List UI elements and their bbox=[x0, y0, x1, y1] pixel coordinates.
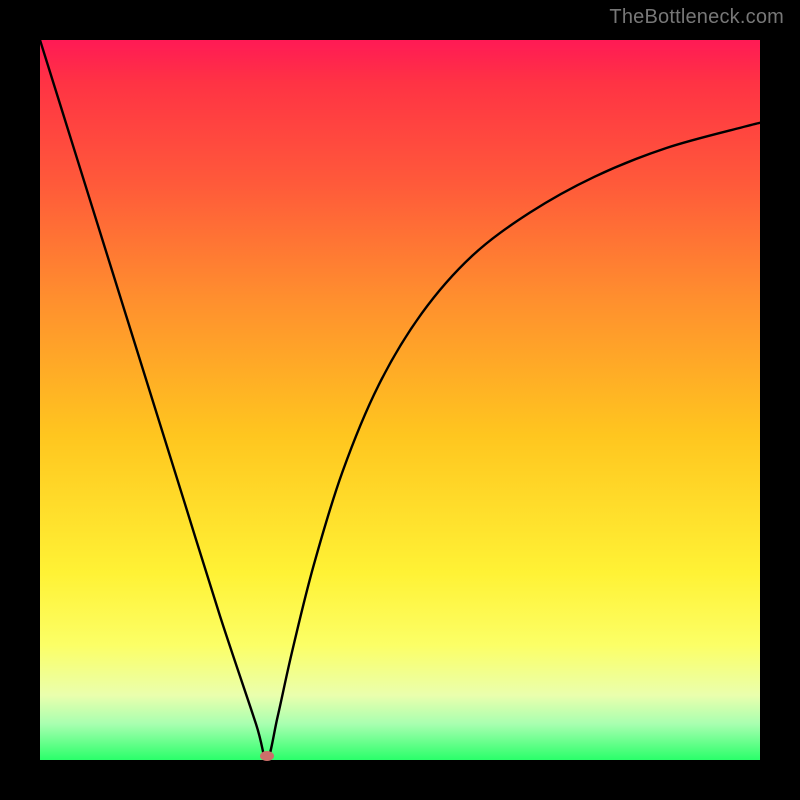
minimum-marker bbox=[260, 751, 274, 761]
chart-frame: TheBottleneck.com bbox=[0, 0, 800, 800]
watermark-text: TheBottleneck.com bbox=[609, 6, 784, 29]
plot-area bbox=[40, 40, 760, 760]
